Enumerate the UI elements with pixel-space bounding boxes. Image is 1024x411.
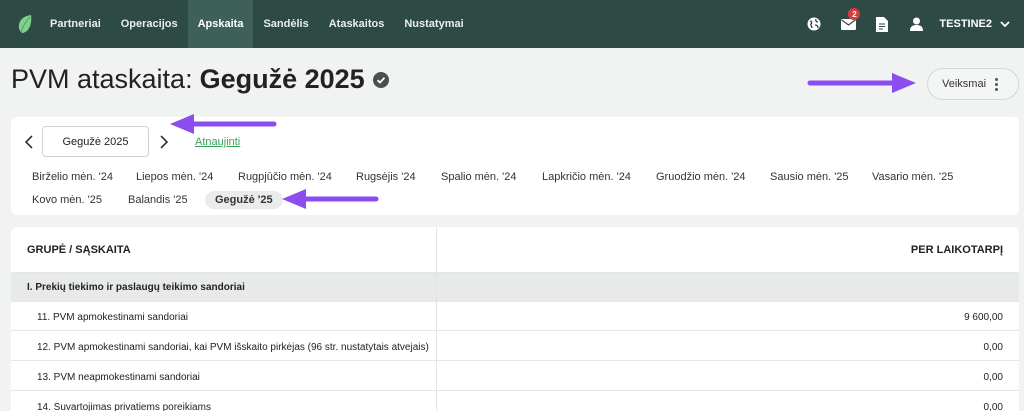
row-label: 12. PVM apmokestinami sandoriai, kai PVM… bbox=[37, 342, 429, 353]
month-tab[interactable]: Gruodžio mėn. '24 bbox=[656, 171, 746, 183]
month-tab[interactable]: Rugpjūčio mėn. '24 bbox=[238, 171, 332, 183]
mail-icon[interactable]: 2 bbox=[831, 0, 865, 48]
page-title: PVM ataskaita: Gegužė 2025 bbox=[11, 64, 389, 95]
table-header: GRUPĖ / SĄSKAITA PER LAIKOTARPĮ bbox=[11, 227, 1019, 273]
nav-item-partneriai[interactable]: Partneriai bbox=[40, 0, 111, 48]
row-value: 0,00 bbox=[983, 402, 1003, 411]
annotation-arrow-left-icon bbox=[282, 189, 379, 209]
main-menu: Partneriai Operacijos Apskaita Sandėlis … bbox=[40, 0, 474, 48]
nav-item-nustatymai[interactable]: Nustatymai bbox=[394, 0, 473, 48]
annotation-arrow-right-icon bbox=[807, 73, 916, 93]
period-selector-card: Gegužė 2025 Atnaujinti Birželio mėn. '24… bbox=[11, 117, 1019, 215]
top-navigation-bar: Partneriai Operacijos Apskaita Sandėlis … bbox=[0, 0, 1024, 48]
vat-report-table: GRUPĖ / SĄSKAITA PER LAIKOTARPĮ I. Preki… bbox=[11, 227, 1019, 411]
globe-icon[interactable] bbox=[797, 0, 831, 48]
column-header-period[interactable]: PER LAIKOTARPĮ bbox=[911, 244, 1003, 256]
page-title-period: Gegužė 2025 bbox=[199, 64, 365, 94]
actions-button-label: Veiksmai bbox=[942, 78, 987, 90]
row-value: 0,00 bbox=[983, 372, 1003, 383]
column-divider bbox=[436, 227, 437, 411]
table-row[interactable]: 11. PVM apmokestinami sandoriai 9 600,00 bbox=[11, 302, 1019, 331]
period-picker[interactable]: Gegužė 2025 bbox=[42, 126, 149, 157]
leaf-logo-icon[interactable] bbox=[10, 0, 40, 48]
month-tab[interactable]: Spalio mėn. '24 bbox=[441, 171, 516, 183]
month-tab[interactable]: Rugsėjis '24 bbox=[356, 171, 416, 183]
row-label: 13. PVM neapmokestinami sandoriai bbox=[37, 372, 200, 383]
chevron-left-icon[interactable] bbox=[23, 134, 37, 150]
page-title-prefix: PVM ataskaita: bbox=[11, 64, 193, 94]
table-row[interactable]: 12. PVM apmokestinami sandoriai, kai PVM… bbox=[11, 332, 1019, 361]
table-row[interactable]: 14. Suvartojimas privatiems poreikiams 0… bbox=[11, 392, 1019, 411]
month-tab[interactable]: Birželio mėn. '24 bbox=[32, 171, 113, 183]
group-row: I. Prekių tiekimo ir paslaugų teikimo sa… bbox=[11, 273, 1019, 302]
document-icon[interactable] bbox=[865, 0, 899, 48]
chevron-down-icon[interactable] bbox=[992, 0, 1018, 48]
month-tab-active[interactable]: Gegužė '25 bbox=[205, 191, 283, 209]
user-icon[interactable] bbox=[899, 0, 933, 48]
month-tab[interactable]: Sausio mėn. '25 bbox=[770, 171, 849, 183]
month-tab[interactable]: Kovo mėn. '25 bbox=[32, 194, 102, 206]
refresh-link[interactable]: Atnaujinti bbox=[195, 136, 240, 148]
row-value: 0,00 bbox=[983, 342, 1003, 353]
row-label: 14. Suvartojimas privatiems poreikiams bbox=[37, 402, 211, 411]
column-header-group[interactable]: GRUPĖ / SĄSKAITA bbox=[27, 244, 131, 256]
more-vertical-icon bbox=[995, 78, 998, 91]
month-tab[interactable]: Liepos mėn. '24 bbox=[136, 171, 213, 183]
annotation-arrow-left-icon bbox=[170, 114, 277, 134]
actions-button[interactable]: Veiksmai bbox=[927, 68, 1019, 100]
verified-check-icon bbox=[372, 71, 389, 88]
month-tab[interactable]: Balandis '25 bbox=[128, 194, 188, 206]
nav-item-ataskaitos[interactable]: Ataskaitos bbox=[319, 0, 395, 48]
nav-item-apskaita[interactable]: Apskaita bbox=[187, 0, 254, 48]
group-title: I. Prekių tiekimo ir paslaugų teikimo sa… bbox=[27, 282, 245, 293]
month-tab[interactable]: Lapkričio mėn. '24 bbox=[542, 171, 631, 183]
nav-item-sandelis[interactable]: Sandėlis bbox=[253, 0, 318, 48]
user-name-label[interactable]: TESTINE2 bbox=[939, 18, 992, 30]
row-value: 9 600,00 bbox=[964, 312, 1003, 323]
table-row[interactable]: 13. PVM neapmokestinami sandoriai 0,00 bbox=[11, 362, 1019, 391]
row-label: 11. PVM apmokestinami sandoriai bbox=[37, 312, 188, 323]
month-tab[interactable]: Vasario mėn. '25 bbox=[872, 171, 953, 183]
chevron-right-icon[interactable] bbox=[156, 134, 170, 150]
mail-count-badge: 2 bbox=[848, 8, 861, 20]
nav-item-operacijos[interactable]: Operacijos bbox=[111, 0, 188, 48]
